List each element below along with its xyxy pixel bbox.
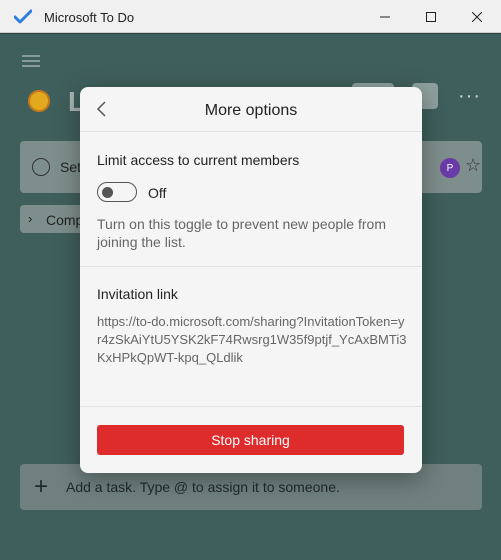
minimize-button[interactable]: [362, 0, 408, 33]
stop-sharing-button[interactable]: Stop sharing: [97, 425, 404, 455]
window-title: Microsoft To Do: [44, 10, 135, 25]
invitation-label: Invitation link: [97, 286, 178, 302]
plus-icon: +: [34, 473, 49, 500]
maximize-button[interactable]: [408, 0, 454, 33]
more-options-icon[interactable]: ···: [458, 85, 481, 108]
completed-label: Comp: [46, 212, 84, 228]
more-options-dialog: More options Limit access to current mem…: [80, 87, 422, 473]
task-title: Set: [60, 159, 82, 175]
limit-access-section: Limit access to current members Off Turn…: [80, 132, 422, 267]
close-icon: [472, 11, 482, 22]
toggle-knob: [102, 187, 113, 198]
hamburger-menu-icon[interactable]: [22, 55, 40, 67]
todo-check-icon: [14, 9, 32, 24]
star-icon[interactable]: ☆: [465, 155, 481, 176]
avatar: P: [440, 158, 460, 178]
invitation-link[interactable]: https://to-do.microsoft.com/sharing?Invi…: [97, 313, 407, 367]
chevron-right-icon: ›: [28, 211, 33, 226]
dialog-header: More options: [80, 87, 422, 132]
invitation-section: Invitation link https://to-do.microsoft.…: [80, 267, 422, 407]
toggle-state-label: Off: [148, 185, 167, 201]
dialog-title: More options: [204, 102, 298, 119]
minimize-icon: [380, 16, 390, 17]
maximize-icon: [426, 11, 436, 22]
toggle-description: Turn on this toggle to prevent new peopl…: [97, 216, 386, 250]
add-task-placeholder: Add a task. Type @ to assign it to someo…: [66, 479, 340, 495]
sun-list-icon: [28, 90, 50, 112]
close-button[interactable]: [454, 0, 500, 33]
complete-task-checkbox[interactable]: [32, 158, 50, 176]
limit-access-toggle[interactable]: [97, 182, 137, 202]
title-bar: Microsoft To Do: [0, 0, 501, 33]
limit-access-label: Limit access to current members: [97, 152, 300, 168]
